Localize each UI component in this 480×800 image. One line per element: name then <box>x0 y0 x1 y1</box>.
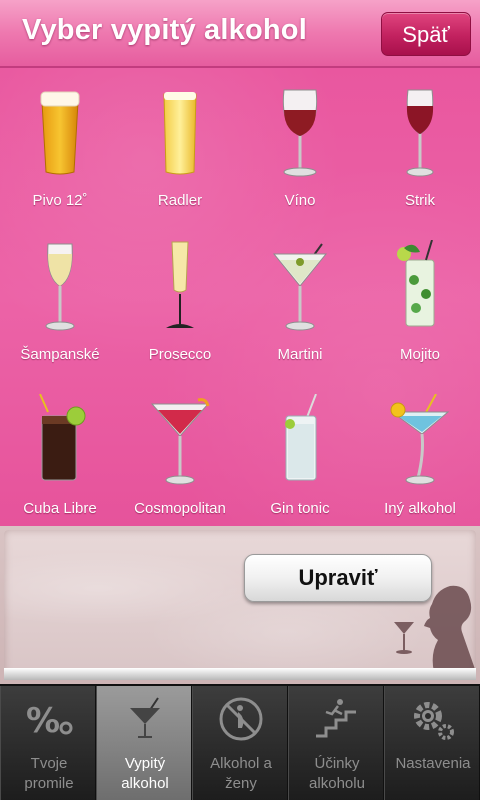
martini-glass-icon <box>272 243 328 331</box>
woman-silhouette-icon <box>394 585 476 672</box>
strik-glass-icon <box>406 89 434 177</box>
tab-label-line1: Účinky <box>314 755 360 772</box>
tab-label-line2: alkohol <box>121 775 169 792</box>
drink-label: Víno <box>284 192 316 209</box>
drink-item-iny-alkohol[interactable]: Iný alkohol <box>360 376 480 528</box>
tab-tvoje-promile[interactable]: % Tvoje promile <box>0 686 96 800</box>
back-button[interactable]: Späť <box>381 12 471 56</box>
tab-alkohol-a-zeny[interactable]: Alkohol a ženy <box>192 686 288 800</box>
summary-panel: Upraviť <box>0 526 480 684</box>
drink-label: Cosmopolitan <box>134 500 226 517</box>
header: Vyber vypitý alkohol Späť <box>0 0 480 68</box>
other-alcohol-glass-icon <box>390 394 450 485</box>
tab-label-line2: Nastavenia <box>395 755 471 772</box>
tab-label-line1: Alkohol a <box>210 755 272 772</box>
drink-label: Gin tonic <box>270 500 330 517</box>
drink-label: Cuba Libre <box>23 500 97 517</box>
drink-item-gin-tonic[interactable]: Gin tonic <box>240 376 360 528</box>
falling-person-icon <box>316 699 356 738</box>
drink-label: Radler <box>157 192 203 209</box>
mojito-glass-icon <box>397 240 435 327</box>
tab-label-line2: alkoholu <box>309 775 365 792</box>
panel-background: Upraviť <box>4 530 476 676</box>
gear-icon <box>414 702 454 740</box>
champagne-glass-icon <box>45 243 75 331</box>
drink-item-pivo[interactable]: Pivo 12˚ <box>0 68 120 220</box>
drink-label: Iný alkohol <box>384 500 456 517</box>
gin-tonic-glass-icon <box>285 394 317 481</box>
drink-item-radler[interactable]: Radler <box>120 68 240 220</box>
cocktail-icon <box>130 697 160 738</box>
drink-item-strik[interactable]: Strik <box>360 68 480 220</box>
drink-item-mojito[interactable]: Mojito <box>360 222 480 374</box>
drink-item-martini[interactable]: Martini <box>240 222 360 374</box>
drink-label: Strik <box>405 192 435 209</box>
drink-label: Šampanské <box>20 346 100 363</box>
svg-text:%: % <box>26 701 60 741</box>
drink-item-cosmopolitan[interactable]: Cosmopolitan <box>120 376 240 528</box>
beer-glass-icon <box>40 91 80 175</box>
drink-item-cuba-libre[interactable]: Cuba Libre <box>0 376 120 528</box>
cosmopolitan-glass-icon <box>150 398 210 485</box>
tab-ucinky-alkoholu[interactable]: Účinky alkoholu <box>288 686 384 800</box>
cuba-libre-glass-icon <box>39 394 86 481</box>
drink-label: Martini <box>277 346 323 363</box>
wine-glass-icon <box>282 89 318 177</box>
prosecco-glass-icon <box>166 241 194 328</box>
tab-nastavenia[interactable]: Nastavenia <box>384 686 480 800</box>
pregnant-woman-icon <box>219 697 263 741</box>
drink-item-prosecco[interactable]: Prosecco <box>120 222 240 374</box>
tab-label-line2: ženy <box>225 775 257 792</box>
tab-label-line1: Tvoje <box>30 755 68 772</box>
drink-label: Pivo 12˚ <box>32 192 88 209</box>
drink-item-vino[interactable]: Víno <box>240 68 360 220</box>
tab-label-line1: Vypitý <box>124 755 166 772</box>
drink-grid: Pivo 12˚ Radler Víno Strik Šampanské Pro… <box>0 68 480 526</box>
radler-glass-icon <box>163 92 197 175</box>
tab-vypity-alkohol[interactable]: Vypitý alkohol <box>96 686 192 800</box>
page-title: Vyber vypitý alkohol <box>22 14 307 46</box>
drink-item-sampanske[interactable]: Šampanské <box>0 222 120 374</box>
drink-label: Prosecco <box>148 346 212 363</box>
tab-bar: % Tvoje promile Vypitý alkohol Alkohol a <box>0 684 480 800</box>
percent-icon: % <box>26 701 73 741</box>
tab-label-line2: promile <box>24 775 74 792</box>
drink-label: Mojito <box>399 346 440 363</box>
panel-divider <box>4 668 476 680</box>
